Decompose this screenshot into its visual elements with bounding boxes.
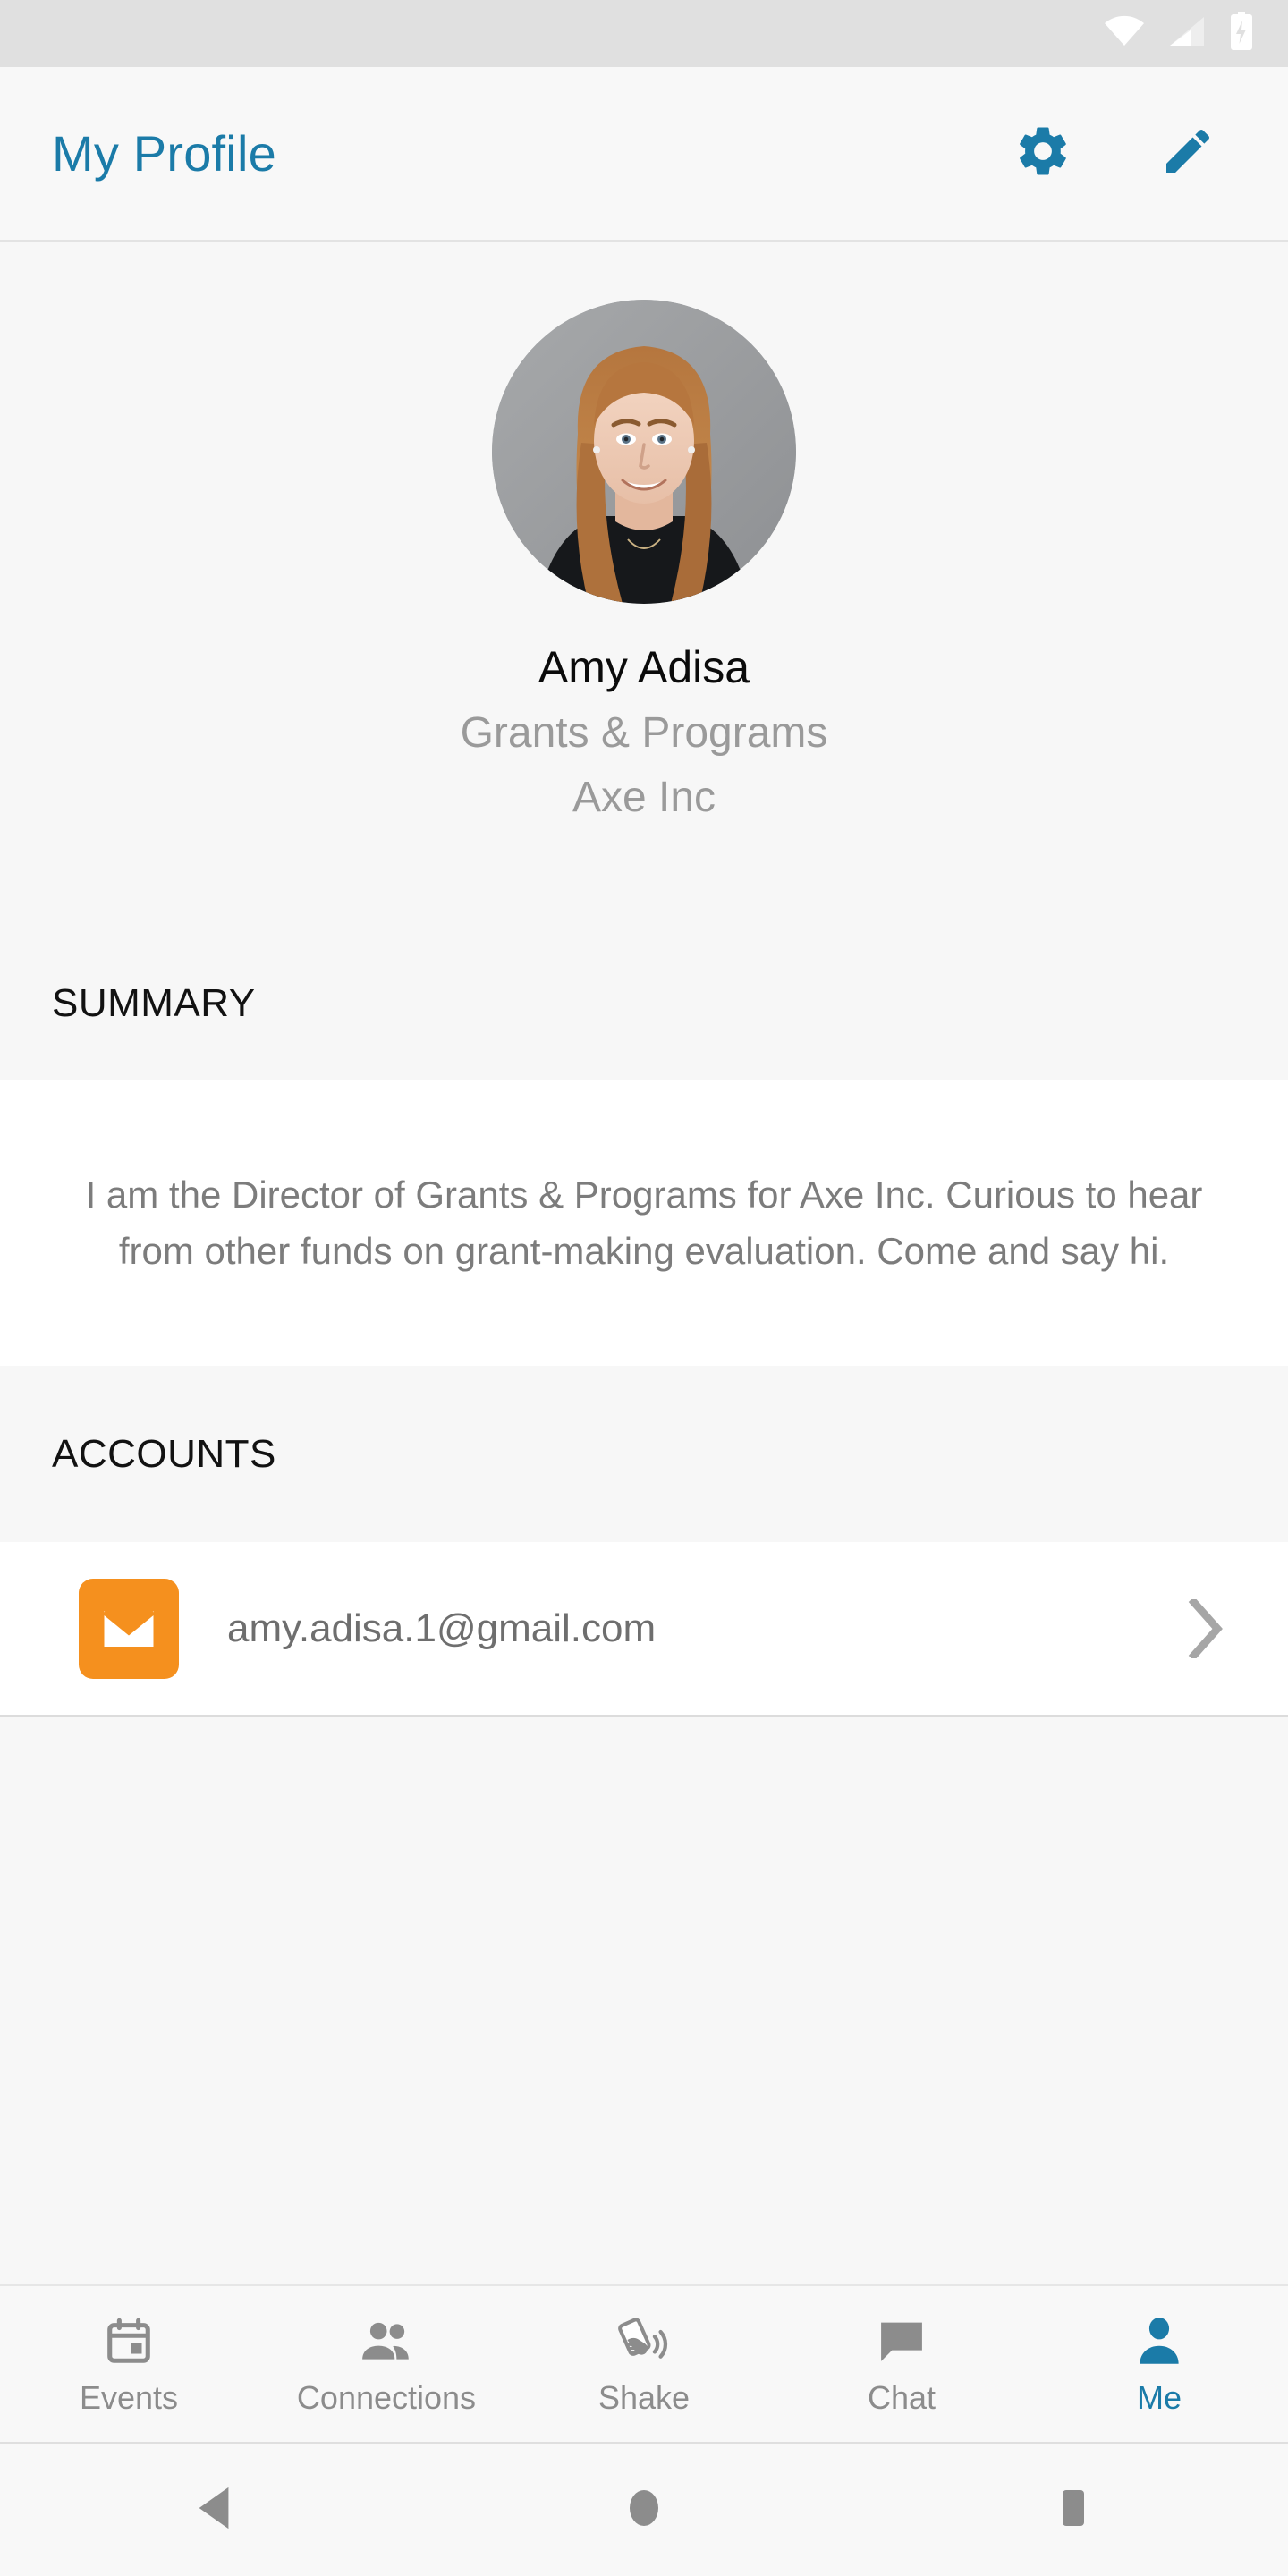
summary-heading: SUMMARY [52,981,256,1025]
gear-icon [1013,122,1072,185]
chevron-right-icon[interactable] [1186,1598,1225,1658]
tab-connections[interactable]: Connections [258,2286,515,2442]
phone-screen: My Profile Amy Adisa Grants & Programs A… [0,0,1288,2576]
avatar[interactable] [492,300,796,604]
account-row[interactable]: amy.adisa.1@gmail.com [0,1542,1288,1717]
tab-label-chat: Chat [867,2379,936,2416]
summary-section-header: SUMMARY [0,928,1288,1080]
tab-shake[interactable]: Shake [515,2286,773,2442]
android-navigation-bar [0,2444,1288,2576]
profile-organization: Axe Inc [572,773,716,821]
edit-profile-button[interactable] [1154,120,1222,188]
header-actions [1009,120,1222,188]
profile-name: Amy Adisa [538,642,750,692]
summary-text: I am the Director of Grants & Programs f… [85,1174,1203,1272]
tab-chat[interactable]: Chat [773,2286,1030,2442]
profile-role: Grants & Programs [460,708,828,757]
pencil-icon [1159,123,1216,184]
tab-label-connections: Connections [296,2379,477,2416]
tab-label-events: Events [79,2379,179,2416]
account-email-value: amy.adisa.1@gmail.com [227,1606,657,1650]
summary-card: I am the Director of Grants & Programs f… [0,1080,1288,1366]
back-triangle-icon [193,2484,236,2537]
home-circle-icon [624,2485,664,2536]
person-icon [1134,2314,1184,2369]
battery-charging-icon [1229,12,1254,55]
profile-block: Amy Adisa Grants & Programs Axe Inc [0,243,1288,820]
page-title: My Profile [52,125,276,182]
recents-square-icon [1054,2485,1093,2536]
nav-back-button[interactable] [0,2484,429,2537]
accounts-section-header: ACCOUNTS [0,1366,1288,1542]
cellular-signal-icon [1168,15,1206,52]
app-header: My Profile [0,67,1288,242]
status-bar [0,0,1288,67]
tab-label-shake: Shake [597,2379,691,2416]
tab-label-me: Me [1136,2379,1182,2416]
email-icon [79,1578,179,1679]
accounts-heading: ACCOUNTS [52,1431,276,1476]
tab-me[interactable]: Me [1030,2286,1288,2442]
bottom-tab-bar: Events Connections Shake Chat Me [0,2284,1288,2444]
wifi-icon [1104,15,1145,52]
settings-button[interactable] [1009,120,1077,188]
shake-phone-icon [616,2314,672,2369]
chat-bubble-icon [877,2314,927,2369]
profile-photo [492,300,796,604]
calendar-icon [103,2314,155,2369]
tab-events[interactable]: Events [0,2286,258,2442]
people-icon [359,2314,414,2369]
nav-home-button[interactable] [429,2485,859,2536]
nav-recents-button[interactable] [859,2485,1288,2536]
